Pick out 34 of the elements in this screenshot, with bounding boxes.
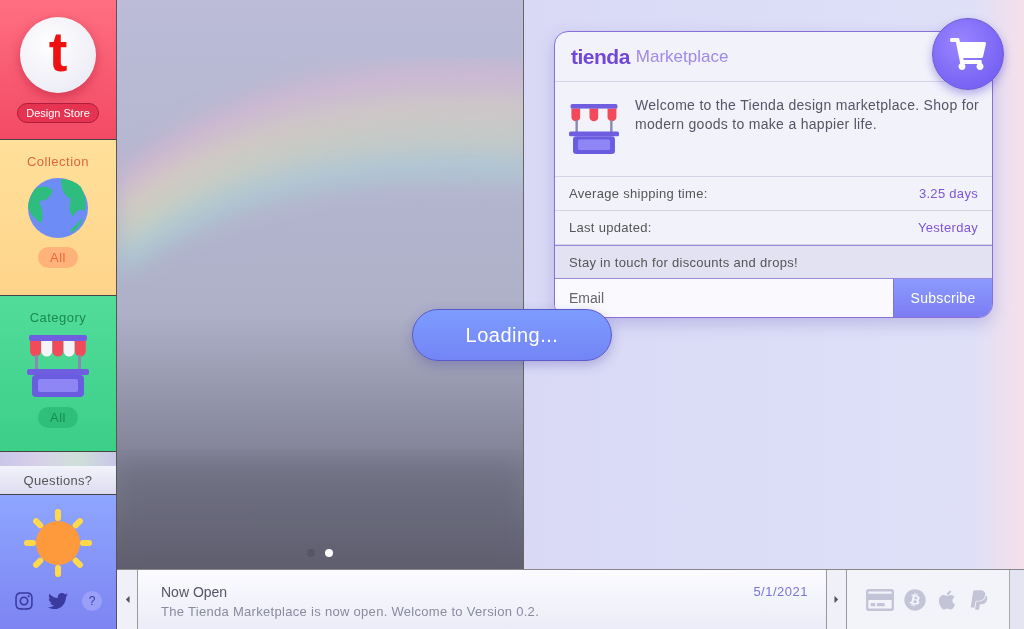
panel-edge <box>1010 570 1024 629</box>
card-title: Marketplace <box>635 46 729 67</box>
welcome-text: Welcome to the Tienda design marketplace. Shop for modern goods to make a happier life. <box>635 96 980 134</box>
stat-value: Yesterday <box>917 220 978 235</box>
news-title: Now Open <box>161 584 228 600</box>
logo[interactable]: t <box>20 16 96 93</box>
stat-label: Last updated: <box>569 220 652 235</box>
section-title: Category <box>29 310 87 325</box>
subscribe-button[interactable]: Subscribe <box>893 279 992 317</box>
all-button[interactable]: All <box>38 247 78 268</box>
paypal-icon <box>968 588 990 611</box>
email-field[interactable]: Email <box>555 279 893 317</box>
questions-label: Questions? <box>0 466 116 495</box>
stat-label: Average shipping time: <box>569 186 708 201</box>
market-stall-icon <box>27 333 89 399</box>
loading-indicator: Loading... <box>412 309 612 361</box>
carousel-dot[interactable] <box>325 549 333 557</box>
bird-icon[interactable] <box>48 591 68 611</box>
tienda-logo: tienda <box>571 44 630 69</box>
newsletter-text: Stay in touch for discounts and drops! <box>555 245 992 279</box>
store-badge: Design Store <box>17 102 99 123</box>
instagram-icon[interactable] <box>14 591 34 611</box>
news-date: 5/1/2021 <box>753 584 808 600</box>
section-title: Collection <box>26 154 90 169</box>
next-button[interactable] <box>826 570 847 629</box>
help-button[interactable]: ? <box>82 591 102 611</box>
bitcoin-icon <box>904 588 926 611</box>
cart-icon <box>950 36 986 72</box>
apple-icon <box>936 588 958 611</box>
sun-icon <box>24 509 92 577</box>
news-text: The Tienda Marketplace is now open. Welcome to Version 0.2. <box>161 604 541 619</box>
previous-button[interactable] <box>117 570 138 629</box>
globe-icon <box>27 177 89 239</box>
stat-value: 3.25 days <box>918 186 978 201</box>
